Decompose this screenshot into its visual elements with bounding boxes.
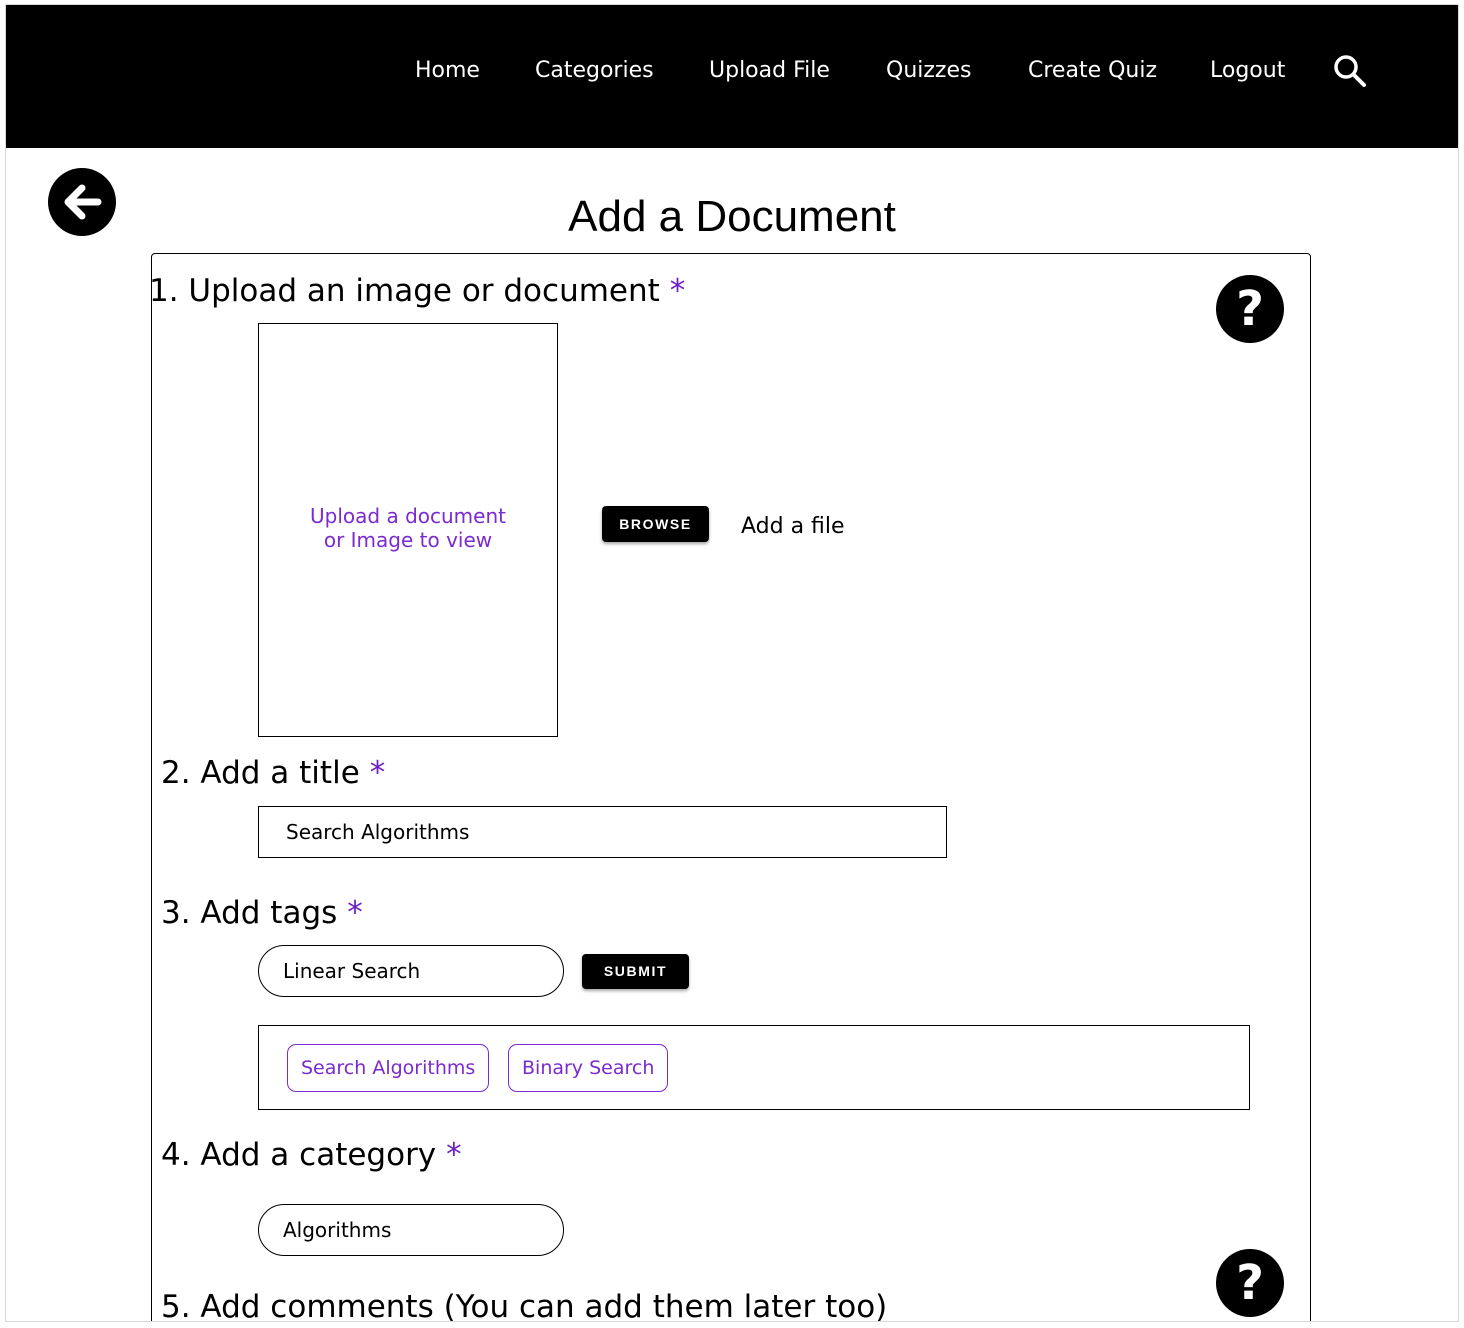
tag-list: Search Algorithms Binary Search bbox=[258, 1025, 1250, 1110]
step-comments-label: 5. Add comments (You can add them later … bbox=[161, 1289, 888, 1322]
help-icon: ? bbox=[1236, 1255, 1264, 1311]
browse-button[interactable]: BROWSE bbox=[602, 506, 709, 542]
step-category-heading: 4. Add a category * bbox=[161, 1135, 462, 1175]
submit-tag-button[interactable]: SUBMIT bbox=[582, 954, 689, 989]
drop-zone-hint: Upload a document or Image to view bbox=[259, 504, 557, 552]
help-button-top[interactable]: ? bbox=[1216, 275, 1284, 343]
upload-drop-zone[interactable]: Upload a document or Image to view bbox=[258, 323, 558, 737]
nav-home[interactable]: Home bbox=[415, 55, 480, 87]
step-category-label: 4. Add a category bbox=[161, 1137, 437, 1173]
tag-chip[interactable]: Search Algorithms bbox=[287, 1044, 490, 1092]
app-frame: Home Categories Upload File Quizzes Crea… bbox=[5, 4, 1459, 1322]
search-icon[interactable] bbox=[1332, 53, 1368, 89]
tag-chip[interactable]: Binary Search bbox=[508, 1044, 669, 1092]
step-upload-heading: 1. Upload an image or document * bbox=[149, 271, 685, 311]
required-marker: * bbox=[669, 273, 686, 309]
step-title-label: 2. Add a title bbox=[161, 755, 360, 791]
required-marker: * bbox=[369, 755, 386, 791]
nav-quizzes[interactable]: Quizzes bbox=[886, 55, 971, 87]
required-marker: * bbox=[446, 1137, 462, 1173]
page-title: Add a Document bbox=[568, 192, 896, 241]
nav-upload-file[interactable]: Upload File bbox=[709, 55, 830, 87]
top-navbar: Home Categories Upload File Quizzes Crea… bbox=[6, 5, 1458, 148]
drop-hint-line-2: or Image to view bbox=[323, 528, 493, 552]
step-tags-label: 3. Add tags bbox=[161, 895, 338, 931]
help-button-bottom[interactable]: ? bbox=[1216, 1249, 1284, 1317]
drop-hint-line-1: Upload a document bbox=[310, 504, 506, 528]
help-icon: ? bbox=[1236, 281, 1264, 337]
nav-logout[interactable]: Logout bbox=[1210, 55, 1285, 87]
add-file-label: Add a file bbox=[741, 514, 845, 539]
step-upload-label: 1. Upload an image or document bbox=[149, 273, 660, 309]
nav-create-quiz[interactable]: Create Quiz bbox=[1028, 55, 1157, 87]
tag-input[interactable]: Linear Search bbox=[258, 945, 564, 997]
step-title-heading: 2. Add a title * bbox=[161, 753, 385, 793]
title-input[interactable]: Search Algorithms bbox=[258, 806, 947, 858]
nav-categories[interactable]: Categories bbox=[535, 55, 654, 87]
category-input[interactable]: Algorithms bbox=[258, 1204, 564, 1256]
step-comments-heading: 5. Add comments (You can add them later … bbox=[161, 1287, 888, 1322]
required-marker: * bbox=[347, 895, 363, 931]
step-tags-heading: 3. Add tags * bbox=[161, 893, 363, 933]
